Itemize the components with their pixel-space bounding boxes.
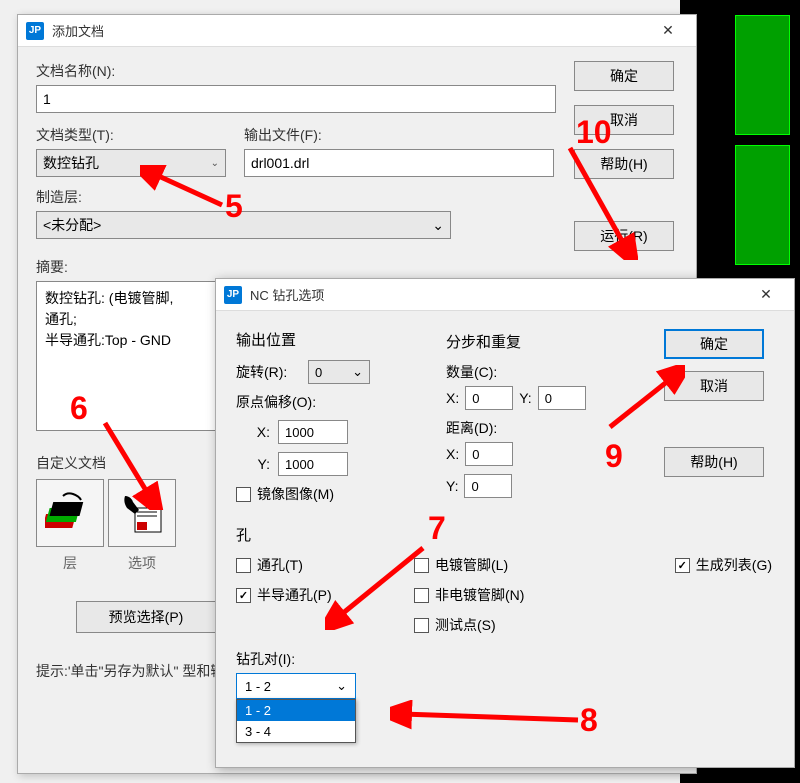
count-x-input[interactable] [465, 386, 513, 410]
y-label: Y: [519, 390, 531, 406]
plated-checkbox[interactable]: 电镀管脚(L) [414, 555, 574, 575]
checkbox-checked-icon [236, 588, 251, 603]
x-label: X: [446, 390, 459, 406]
dialog1-title: 添加文档 [52, 21, 648, 40]
arrow-5 [140, 165, 230, 220]
checkbox-icon [236, 558, 251, 573]
y-label: Y: [446, 478, 458, 494]
ok-button[interactable]: 确定 [574, 61, 674, 91]
app-icon: JP [26, 22, 44, 40]
close-icon[interactable]: ✕ [746, 281, 786, 309]
dialog2-title: NC 钻孔选项 [250, 285, 746, 304]
arrow-8 [390, 700, 590, 735]
app-icon: JP [224, 286, 242, 304]
annotation-5: 5 [225, 188, 243, 225]
summary-label: 摘要: [36, 257, 556, 277]
layer-combo[interactable]: <未分配> ⌄ [36, 211, 451, 239]
step-repeat-label: 分步和重复 [446, 331, 626, 352]
annotation-8: 8 [580, 702, 598, 739]
drill-pair-label: 钻孔对(I): [236, 649, 648, 669]
drill-pair-combo[interactable]: 1 - 2 ⌄ [236, 673, 356, 699]
offset-x-input[interactable] [278, 420, 348, 444]
nonplated-checkbox[interactable]: 非电镀管脚(N) [414, 585, 574, 605]
checkbox-icon [236, 487, 251, 502]
doc-type-value: 数控钻孔 [43, 153, 99, 173]
doc-type-label: 文档类型(T): [36, 125, 226, 145]
testpoint-checkbox[interactable]: 测试点(S) [414, 615, 574, 635]
annotation-9: 9 [605, 438, 623, 475]
options-btn-label: 选项 [108, 553, 176, 573]
chevron-down-icon: ⌄ [432, 217, 444, 234]
gen-list-checkbox[interactable]: 生成列表(G) [675, 555, 772, 575]
chevron-down-icon: ⌄ [352, 364, 363, 380]
drill-option[interactable]: 1 - 2 [237, 700, 355, 721]
y-label: Y: [248, 456, 270, 472]
doc-name-label: 文档名称(N): [36, 61, 556, 81]
nc-drill-options-dialog: JP NC 钻孔选项 ✕ 输出位置 旋转(R): 0 ⌄ 原点偏移(O): X: [215, 278, 795, 768]
rotate-combo[interactable]: 0 ⌄ [308, 360, 370, 384]
annotation-10: 10 [576, 114, 612, 151]
arrow-6 [95, 415, 165, 510]
checkbox-checked-icon [675, 558, 690, 573]
arrow-9 [555, 365, 685, 435]
layers-icon [45, 488, 95, 538]
nc-ok-button[interactable]: 确定 [664, 329, 764, 359]
nc-help-button[interactable]: 帮助(H) [664, 447, 764, 477]
dialog1-titlebar: JP 添加文档 ✕ [18, 15, 696, 47]
annotation-6: 6 [70, 390, 88, 427]
dist-y-input[interactable] [464, 474, 512, 498]
x-label: X: [248, 424, 270, 440]
chevron-down-icon: ⌄ [336, 678, 347, 694]
dist-x-input[interactable] [465, 442, 513, 466]
arrow-7 [325, 540, 435, 630]
rotate-label: 旋转(R): [236, 362, 300, 382]
x-label: X: [446, 446, 459, 462]
layer-label: 制造层: [36, 187, 556, 207]
doc-name-input[interactable] [36, 85, 556, 113]
drill-option[interactable]: 3 - 4 [237, 721, 355, 742]
annotation-7: 7 [428, 510, 446, 547]
layer-value: <未分配> [43, 215, 101, 235]
layers-button[interactable] [36, 479, 104, 547]
layer-btn-label: 层 [36, 553, 104, 573]
dialog2-titlebar: JP NC 钻孔选项 ✕ [216, 279, 794, 311]
offset-y-input[interactable] [278, 452, 348, 476]
drill-pair-dropdown[interactable]: 1 - 2 3 - 4 [236, 699, 356, 743]
preview-button[interactable]: 预览选择(P) [76, 601, 216, 633]
arrow-10 [508, 140, 638, 260]
close-icon[interactable]: ✕ [648, 17, 688, 45]
